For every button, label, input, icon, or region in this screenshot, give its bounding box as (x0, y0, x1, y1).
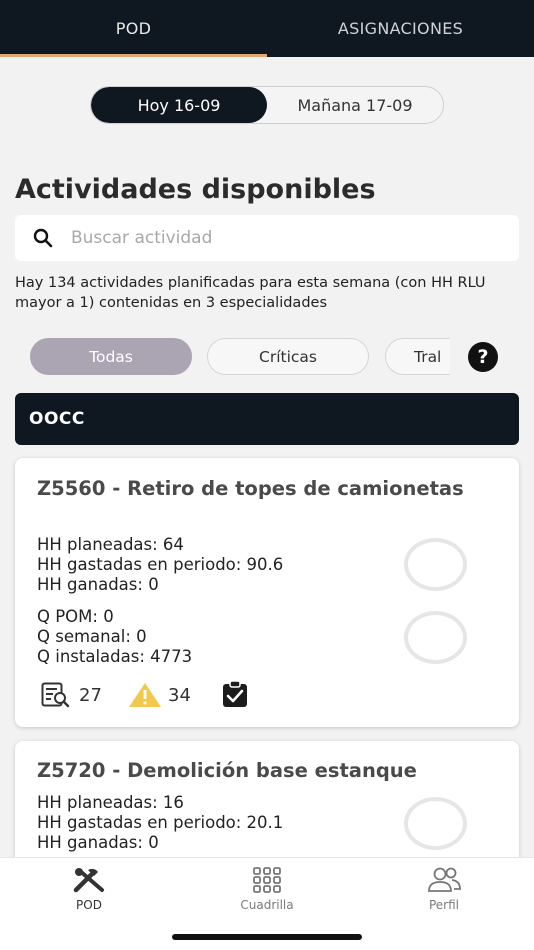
activity-title: Z5720 - Demolición base estanque (37, 759, 417, 782)
warnings-count: 34 (168, 684, 191, 706)
tab-asignaciones[interactable]: ASIGNACIONES (267, 0, 534, 57)
summary-text: Hay 134 actividades planificadas para es… (15, 275, 486, 311)
hh-spent: HH gastadas en periodo: 90.6 (37, 555, 284, 574)
activity-title: Z5560 - Retiro de topes de camionetas (37, 477, 464, 500)
hh-planned: HH planeadas: 16 (37, 793, 184, 812)
q-pom: Q POM: 0 (37, 607, 114, 626)
home-indicator (172, 934, 362, 940)
search-icon (33, 228, 53, 248)
nav-pod[interactable]: POD (29, 866, 149, 912)
q-progress-ring (404, 611, 467, 664)
filter-all-chip[interactable]: Todas (30, 338, 192, 375)
inspections-stat[interactable]: 27 (41, 682, 102, 708)
hh-earned: HH ganadas: 0 (37, 575, 159, 594)
tools-icon (73, 868, 104, 893)
help-icon[interactable]: ? (468, 342, 498, 372)
q-installed: Q instaladas: 4773 (37, 647, 193, 666)
tab-pod[interactable]: POD (0, 0, 267, 57)
page-title: Actividades disponibles (15, 174, 376, 205)
activity-card[interactable]: Z5560 - Retiro de topes de camionetas HH… (15, 458, 519, 727)
warning-icon (129, 683, 161, 707)
nav-crew-label: Cuadrilla (240, 898, 294, 912)
clipboard-check-icon (223, 680, 247, 707)
filter-critical-chip[interactable]: Críticas (207, 338, 369, 375)
hh-planned: HH planeadas: 64 (37, 535, 184, 554)
nav-profile-label: Perfil (428, 898, 460, 912)
search-bar (15, 215, 519, 261)
checklist-stat[interactable] (221, 680, 249, 708)
filter-chips: Todas Críticas Tral (30, 337, 450, 377)
warnings-stat[interactable]: 34 (128, 682, 191, 708)
filter-third-chip[interactable]: Tral (385, 338, 450, 375)
q-week: Q semanal: 0 (37, 627, 147, 646)
hh-earned: HH ganadas: 0 (37, 833, 159, 852)
hh-progress-ring (404, 538, 467, 591)
top-tab-bar: POD ASIGNACIONES (0, 0, 534, 57)
nav-crew[interactable]: Cuadrilla (207, 866, 327, 912)
inspection-report-icon (41, 682, 70, 708)
search-input[interactable] (71, 228, 491, 248)
inspections-count: 27 (79, 684, 102, 706)
day-toggle: Hoy 16-09 Mañana 17-09 (90, 86, 444, 124)
grid-icon (253, 867, 281, 893)
hh-spent: HH gastadas en periodo: 20.1 (37, 813, 284, 832)
people-icon (428, 867, 461, 892)
hh-progress-ring (404, 797, 467, 850)
nav-pod-label: POD (76, 898, 102, 912)
nav-profile[interactable]: Perfil (384, 866, 504, 912)
day-today-button[interactable]: Hoy 16-09 (91, 87, 267, 123)
day-tomorrow-button[interactable]: Mañana 17-09 (267, 87, 443, 123)
section-header: OOCC (15, 393, 519, 445)
